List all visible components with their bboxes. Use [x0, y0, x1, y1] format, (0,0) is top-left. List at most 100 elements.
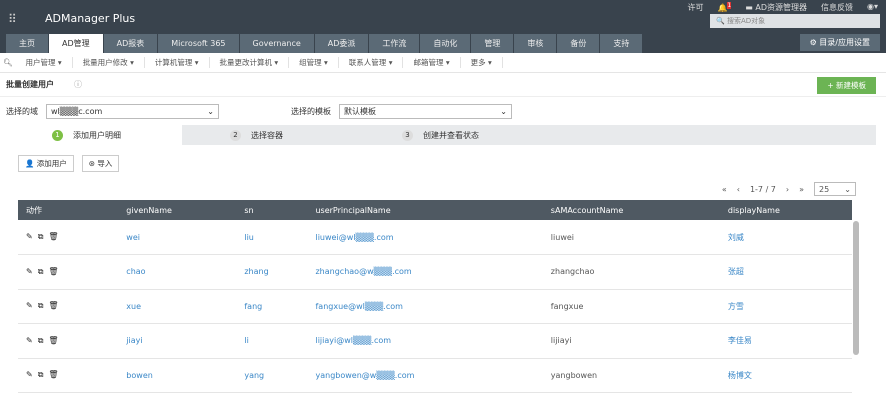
- search-ad-input[interactable]: 🔍 搜索AD对象: [710, 14, 880, 28]
- license-link[interactable]: 许可: [687, 2, 703, 13]
- copy-icon[interactable]: ⧉: [38, 267, 49, 276]
- domain-select[interactable]: wl▒▒▒c.com ⌄: [46, 103, 219, 119]
- cell-display[interactable]: 杨博文: [719, 358, 852, 393]
- template-value: 默认模板: [344, 106, 376, 116]
- search-icon[interactable]: 🔍︎: [0, 58, 16, 67]
- notification-count: 1: [727, 2, 732, 9]
- column-header[interactable]: sn: [236, 200, 308, 220]
- submenu-item[interactable]: 批量更改计算机 ▾: [210, 57, 290, 68]
- template-select[interactable]: 默认模板 ⌄: [339, 103, 512, 119]
- cell-given[interactable]: chao: [118, 254, 237, 290]
- tab-7[interactable]: 自动化: [420, 34, 471, 53]
- tab-8[interactable]: 管理: [471, 34, 514, 53]
- feedback-link[interactable]: 信息反馈: [821, 2, 853, 13]
- delete-icon[interactable]: 🗑: [48, 301, 63, 310]
- import-label: 导入: [97, 159, 113, 168]
- cell-sn[interactable]: fang: [236, 289, 308, 324]
- step-2[interactable]: 2 选择容器: [182, 125, 354, 145]
- edit-icon[interactable]: ✎: [26, 267, 38, 276]
- edit-icon[interactable]: ✎: [26, 232, 38, 241]
- submenu-item[interactable]: 批量用户修改 ▾: [73, 57, 145, 68]
- delete-icon[interactable]: 🗑: [48, 232, 63, 241]
- tab-1[interactable]: AD管理: [49, 34, 103, 53]
- tab-6[interactable]: 工作流: [369, 34, 420, 53]
- cell-given[interactable]: xue: [118, 289, 237, 324]
- apps-grid-icon[interactable]: ⠿: [8, 12, 17, 26]
- cell-given[interactable]: bowen: [118, 358, 237, 393]
- settings-button[interactable]: ⚙ 目录/应用设置: [799, 34, 880, 51]
- tab-9[interactable]: 审核: [514, 34, 557, 53]
- help-icon[interactable]: ⓘ: [74, 79, 82, 90]
- tab-2[interactable]: AD报表: [103, 34, 158, 53]
- tab-11[interactable]: 支持: [600, 34, 643, 53]
- last-page-icon[interactable]: »: [799, 185, 804, 194]
- edit-icon[interactable]: ✎: [26, 336, 38, 345]
- template-label: 选择的模板: [291, 106, 331, 116]
- step-3[interactable]: 3 创建并查看状态: [354, 125, 526, 145]
- new-template-button[interactable]: + 新建模板: [817, 77, 876, 94]
- cell-display[interactable]: 李佳易: [719, 323, 852, 359]
- tab-10[interactable]: 备份: [557, 34, 600, 53]
- column-header[interactable]: sAMAccountName: [542, 200, 720, 220]
- column-header[interactable]: displayName: [719, 200, 852, 220]
- cell-sn[interactable]: liu: [236, 220, 308, 255]
- edit-icon[interactable]: ✎: [26, 370, 38, 379]
- submenu-item[interactable]: 用户管理 ▾: [16, 57, 73, 68]
- row-actions: ✎⧉🗑: [18, 220, 119, 255]
- tab-0[interactable]: 主页: [6, 34, 48, 53]
- next-page-icon[interactable]: ›: [786, 185, 789, 194]
- cell-upn[interactable]: lijiayi@wl▒▒▒.com: [307, 323, 543, 359]
- cell-sam: yangbowen: [542, 358, 720, 393]
- submenu-item[interactable]: 联系人管理 ▾: [339, 57, 404, 68]
- cell-sn[interactable]: yang: [236, 358, 308, 393]
- submenu-item[interactable]: 更多 ▾: [461, 57, 503, 68]
- chevron-down-icon: ⌄: [844, 184, 851, 194]
- prev-page-icon[interactable]: ‹: [737, 185, 740, 194]
- first-page-icon[interactable]: «: [722, 185, 727, 194]
- edit-icon[interactable]: ✎: [26, 301, 38, 310]
- cell-display[interactable]: 方雪: [719, 289, 852, 324]
- cell-sam: fangxue: [542, 289, 720, 324]
- import-button[interactable]: ⊛ 导入: [81, 155, 120, 172]
- top-bar: ⠿ ADManager Plus 许可 🔔1 ▬ AD资源管理器 信息反馈 ◉▾…: [0, 0, 886, 53]
- copy-icon[interactable]: ⧉: [38, 370, 49, 379]
- users-table: 动作 givenName sn userPrincipalName sAMAccount…: [18, 200, 852, 393]
- per-page-select[interactable]: 25 ⌄: [814, 182, 856, 196]
- copy-icon[interactable]: ⧉: [38, 336, 49, 345]
- pagination: « ‹ 1-7 / 7 › » 25 ⌄: [0, 182, 886, 200]
- copy-icon[interactable]: ⧉: [38, 301, 49, 310]
- cell-given[interactable]: jiayi: [118, 323, 237, 359]
- domain-label: 选择的域: [6, 106, 38, 116]
- add-user-button[interactable]: 👤 添加用户: [18, 155, 74, 172]
- user-avatar-icon[interactable]: ◉▾: [867, 2, 878, 13]
- tab-3[interactable]: Microsoft 365: [158, 34, 239, 53]
- ad-explorer-label: AD资源管理器: [755, 3, 807, 12]
- cell-display[interactable]: 张超: [719, 254, 852, 290]
- cell-sn[interactable]: li: [236, 323, 308, 359]
- notification-bell-icon[interactable]: 🔔1: [717, 2, 732, 13]
- table-scrollbar[interactable]: [853, 221, 859, 355]
- submenu-item[interactable]: 邮箱管理 ▾: [403, 57, 461, 68]
- cell-upn[interactable]: zhangchao@w▒▒▒.com: [307, 254, 543, 290]
- column-header[interactable]: givenName: [118, 200, 237, 220]
- tab-5[interactable]: AD委派: [314, 34, 369, 53]
- cell-upn[interactable]: fangxue@wl▒▒▒.com: [307, 289, 543, 324]
- delete-icon[interactable]: 🗑: [48, 336, 63, 345]
- delete-icon[interactable]: 🗑: [48, 370, 63, 379]
- tab-4[interactable]: Governance: [239, 34, 314, 53]
- cell-given[interactable]: wei: [118, 220, 237, 255]
- cell-upn[interactable]: liuwei@wl▒▒▒.com: [307, 220, 543, 255]
- copy-icon[interactable]: ⧉: [38, 232, 49, 241]
- delete-icon[interactable]: 🗑: [48, 267, 63, 276]
- column-header[interactable]: userPrincipalName: [307, 200, 543, 220]
- step-1[interactable]: 1 添加用户明细: [10, 125, 182, 145]
- column-header[interactable]: 动作: [18, 200, 119, 220]
- submenu-item[interactable]: 组管理 ▾: [289, 57, 339, 68]
- cell-display[interactable]: 刘威: [719, 220, 852, 255]
- submenu-item[interactable]: 计算机管理 ▾: [145, 57, 210, 68]
- step-label: 选择容器: [251, 130, 283, 140]
- row-actions: ✎⧉🗑: [18, 254, 119, 290]
- ad-explorer-link[interactable]: ▬ AD资源管理器: [745, 2, 807, 13]
- cell-upn[interactable]: yangbowen@w▒▒▒.com: [307, 358, 543, 393]
- cell-sn[interactable]: zhang: [236, 254, 308, 290]
